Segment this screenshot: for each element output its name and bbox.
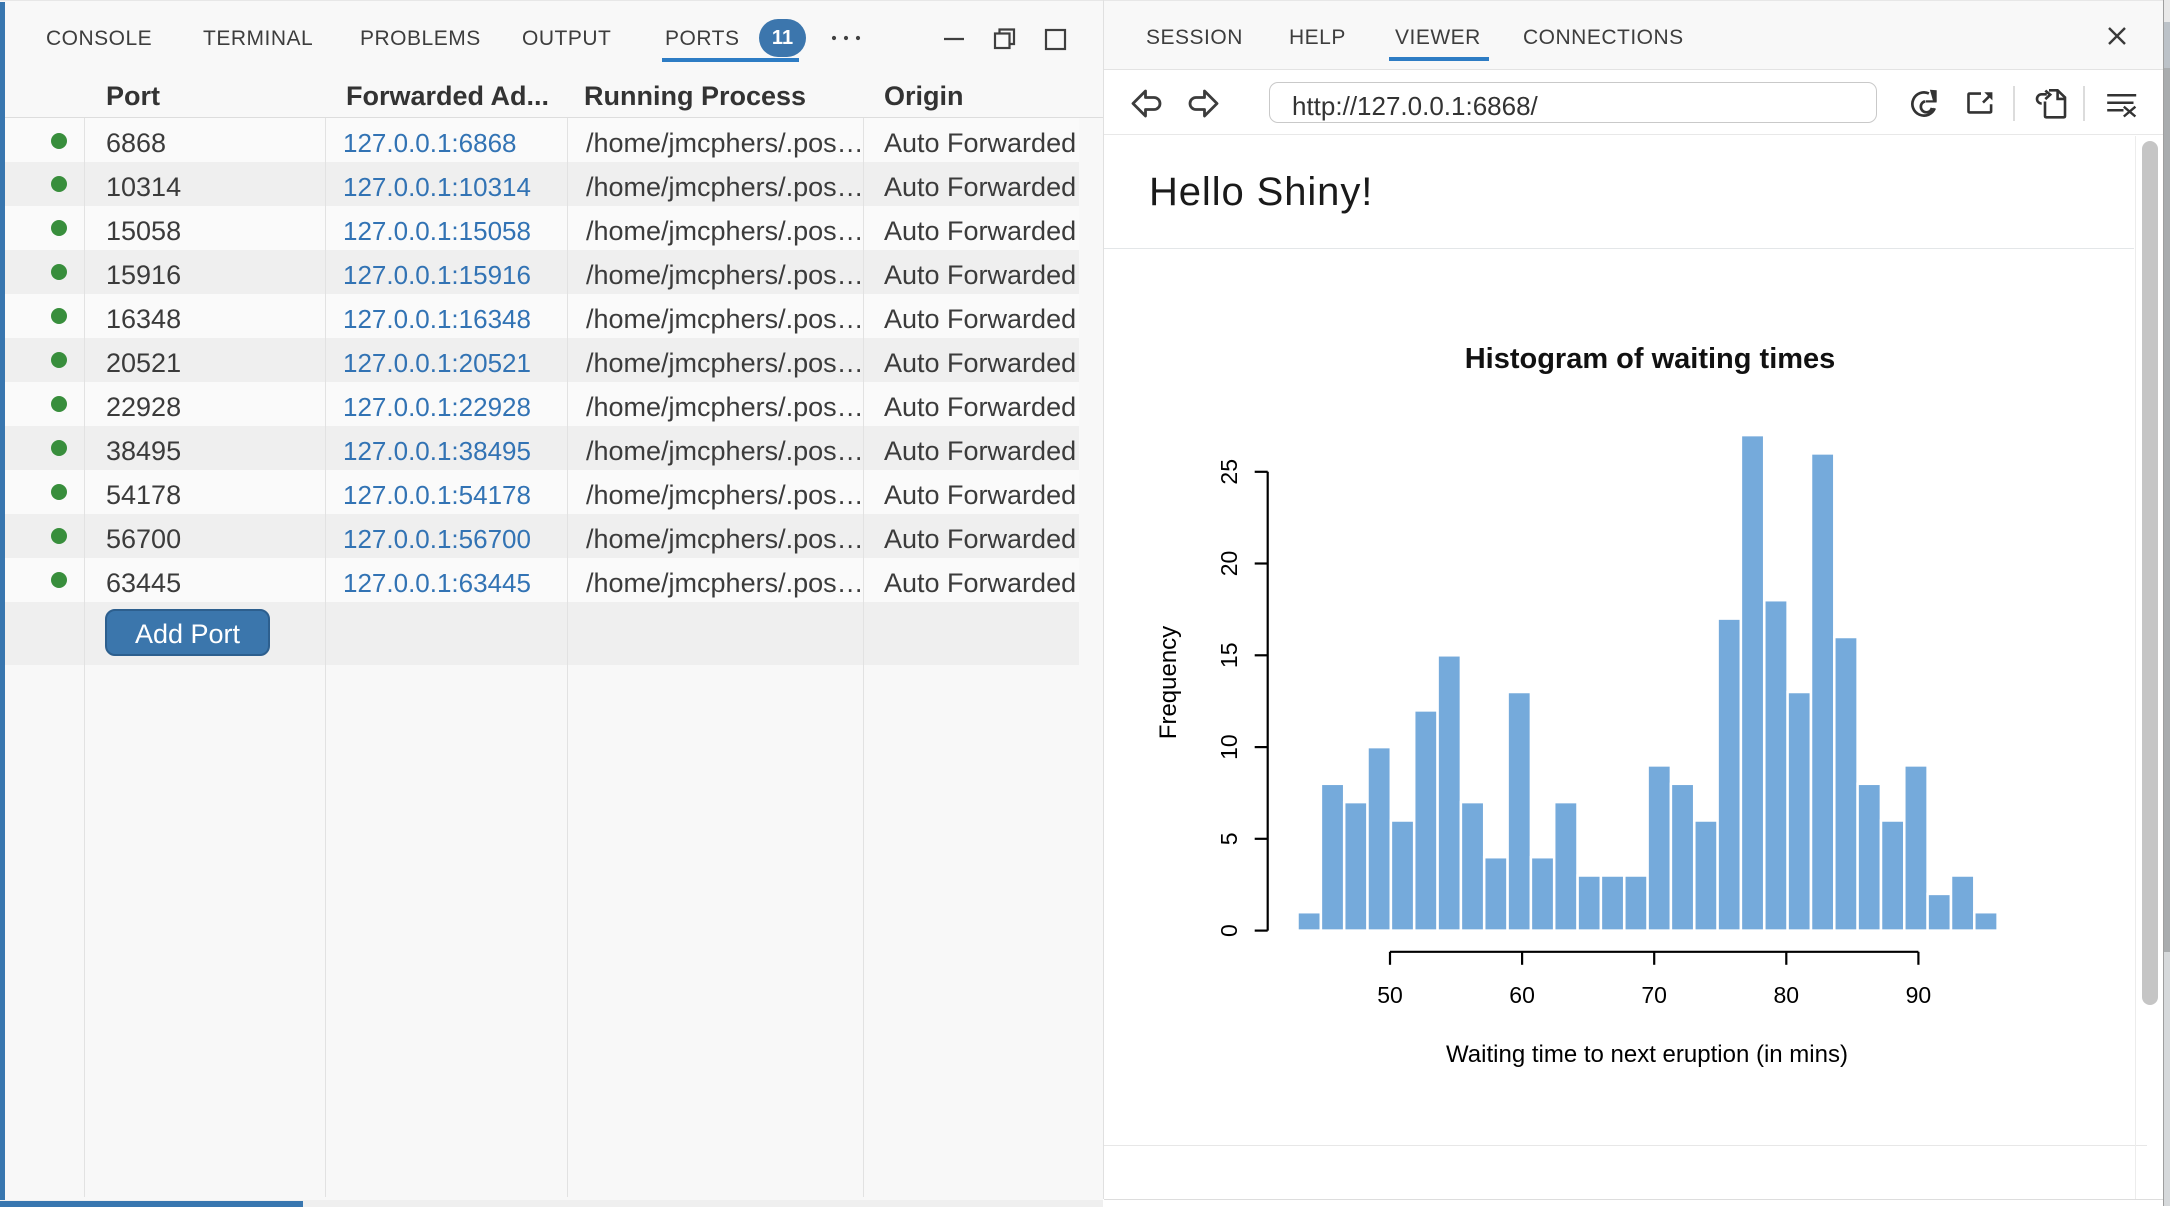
- svg-text:90: 90: [1906, 982, 1932, 1008]
- svg-text:25: 25: [1216, 459, 1242, 485]
- svg-text:80: 80: [1774, 982, 1800, 1008]
- svg-text:Frequency: Frequency: [1155, 626, 1182, 739]
- svg-text:15: 15: [1216, 643, 1242, 669]
- svg-text:60: 60: [1509, 982, 1535, 1008]
- svg-text:70: 70: [1641, 982, 1667, 1008]
- svg-text:10: 10: [1216, 734, 1242, 760]
- svg-text:Histogram of waiting times: Histogram of waiting times: [1465, 343, 1836, 375]
- svg-text:Waiting time to next eruption: Waiting time to next eruption (in mins): [1446, 1041, 1848, 1068]
- svg-text:0: 0: [1216, 924, 1242, 937]
- svg-text:5: 5: [1216, 832, 1242, 845]
- svg-text:50: 50: [1377, 982, 1403, 1008]
- svg-text:20: 20: [1216, 551, 1242, 577]
